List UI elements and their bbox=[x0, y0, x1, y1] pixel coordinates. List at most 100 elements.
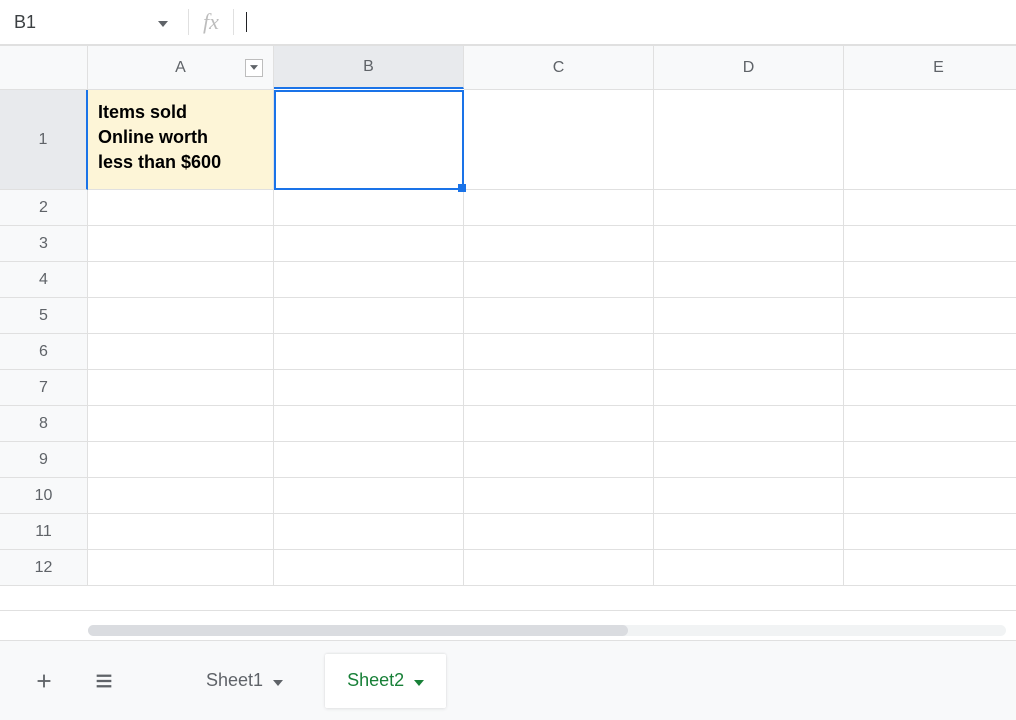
cell-D8[interactable] bbox=[654, 406, 844, 442]
row-header-label: 5 bbox=[39, 307, 48, 325]
row-header-4[interactable]: 4 bbox=[0, 262, 88, 298]
cell-A10[interactable] bbox=[88, 478, 274, 514]
horizontal-scrollbar[interactable] bbox=[0, 620, 1016, 640]
cell-A9[interactable] bbox=[88, 442, 274, 478]
cell-C10[interactable] bbox=[464, 478, 654, 514]
select-all-corner[interactable] bbox=[0, 46, 88, 90]
row-header-5[interactable]: 5 bbox=[0, 298, 88, 334]
row-header-11[interactable]: 11 bbox=[0, 514, 88, 550]
name-box[interactable]: B1 bbox=[8, 6, 178, 38]
sheet-tab-sheet1[interactable]: Sheet1 bbox=[184, 654, 305, 708]
row-header-label: 11 bbox=[35, 523, 52, 541]
cell-B7[interactable] bbox=[274, 370, 464, 406]
row-header-8[interactable]: 8 bbox=[0, 406, 88, 442]
cell-C6[interactable] bbox=[464, 334, 654, 370]
column-filter-button[interactable] bbox=[245, 59, 263, 77]
formula-input[interactable] bbox=[261, 7, 1008, 37]
cell-E9[interactable] bbox=[844, 442, 1016, 478]
row-header-label: 7 bbox=[39, 379, 48, 397]
cell-D6[interactable] bbox=[654, 334, 844, 370]
cell-C2[interactable] bbox=[464, 190, 654, 226]
row-header-3[interactable]: 3 bbox=[0, 226, 88, 262]
cell-E4[interactable] bbox=[844, 262, 1016, 298]
row-header-12[interactable]: 12 bbox=[0, 550, 88, 586]
row-header-label: 12 bbox=[35, 559, 53, 577]
scroll-track[interactable] bbox=[88, 625, 1006, 636]
col-header-label: C bbox=[553, 59, 565, 77]
cell-B3[interactable] bbox=[274, 226, 464, 262]
cell-C8[interactable] bbox=[464, 406, 654, 442]
cell-C7[interactable] bbox=[464, 370, 654, 406]
cell-C3[interactable] bbox=[464, 226, 654, 262]
all-sheets-button[interactable] bbox=[84, 661, 124, 701]
col-header-D[interactable]: D bbox=[654, 46, 844, 90]
cell-E5[interactable] bbox=[844, 298, 1016, 334]
cell-D7[interactable] bbox=[654, 370, 844, 406]
cell-A12[interactable] bbox=[88, 550, 274, 586]
row-header-2[interactable]: 2 bbox=[0, 190, 88, 226]
cell-A2[interactable] bbox=[88, 190, 274, 226]
cell-C12[interactable] bbox=[464, 550, 654, 586]
cell-A3[interactable] bbox=[88, 226, 274, 262]
row-header-10[interactable]: 10 bbox=[0, 478, 88, 514]
row-header-9[interactable]: 9 bbox=[0, 442, 88, 478]
cell-A4[interactable] bbox=[88, 262, 274, 298]
cell-A6[interactable] bbox=[88, 334, 274, 370]
cell-B6[interactable] bbox=[274, 334, 464, 370]
cell-E3[interactable] bbox=[844, 226, 1016, 262]
cell-E12[interactable] bbox=[844, 550, 1016, 586]
row-header-label: 10 bbox=[35, 487, 53, 505]
cell-E2[interactable] bbox=[844, 190, 1016, 226]
cell-C4[interactable] bbox=[464, 262, 654, 298]
cell-E8[interactable] bbox=[844, 406, 1016, 442]
cell-A1[interactable]: Items sold Online worth less than $600 bbox=[88, 90, 274, 190]
row-header-label: 6 bbox=[39, 343, 48, 361]
col-header-A[interactable]: A bbox=[88, 46, 274, 90]
cell-D10[interactable] bbox=[654, 478, 844, 514]
cell-A8[interactable] bbox=[88, 406, 274, 442]
scroll-thumb[interactable] bbox=[88, 625, 628, 636]
cell-E6[interactable] bbox=[844, 334, 1016, 370]
cell-D12[interactable] bbox=[654, 550, 844, 586]
row-header-6[interactable]: 6 bbox=[0, 334, 88, 370]
cell-D5[interactable] bbox=[654, 298, 844, 334]
cell-A11[interactable] bbox=[88, 514, 274, 550]
cell-B9[interactable] bbox=[274, 442, 464, 478]
col-header-label: E bbox=[933, 59, 944, 77]
cell-E11[interactable] bbox=[844, 514, 1016, 550]
cell-D2[interactable] bbox=[654, 190, 844, 226]
cell-E1[interactable] bbox=[844, 90, 1016, 190]
cell-C9[interactable] bbox=[464, 442, 654, 478]
cell-B12[interactable] bbox=[274, 550, 464, 586]
row-header-label: 8 bbox=[39, 415, 48, 433]
sheet-tab-sheet2[interactable]: Sheet2 bbox=[325, 654, 446, 708]
cell-C1[interactable] bbox=[464, 90, 654, 190]
col-header-C[interactable]: C bbox=[464, 46, 654, 90]
cell-D11[interactable] bbox=[654, 514, 844, 550]
cell-D9[interactable] bbox=[654, 442, 844, 478]
cell-B11[interactable] bbox=[274, 514, 464, 550]
cell-C5[interactable] bbox=[464, 298, 654, 334]
cell-B2[interactable] bbox=[274, 190, 464, 226]
row-header-7[interactable]: 7 bbox=[0, 370, 88, 406]
cell-A7[interactable] bbox=[88, 370, 274, 406]
cell-A5[interactable] bbox=[88, 298, 274, 334]
cell-D3[interactable] bbox=[654, 226, 844, 262]
sheet-grid[interactable]: A B C D E 1 Items sold Online worth less… bbox=[0, 45, 1016, 620]
cell-D4[interactable] bbox=[654, 262, 844, 298]
cell-C11[interactable] bbox=[464, 514, 654, 550]
add-sheet-button[interactable] bbox=[24, 661, 64, 701]
cell-E7[interactable] bbox=[844, 370, 1016, 406]
cell-B1[interactable] bbox=[274, 90, 464, 190]
col-header-E[interactable]: E bbox=[844, 46, 1016, 90]
cell-B8[interactable] bbox=[274, 406, 464, 442]
cell-B5[interactable] bbox=[274, 298, 464, 334]
row-header-1[interactable]: 1 bbox=[0, 90, 88, 190]
cell-B10[interactable] bbox=[274, 478, 464, 514]
cell-B4[interactable] bbox=[274, 262, 464, 298]
cell-E10[interactable] bbox=[844, 478, 1016, 514]
row-strip bbox=[0, 610, 1016, 620]
col-header-B[interactable]: B bbox=[274, 46, 464, 89]
col-header-label: D bbox=[743, 59, 755, 77]
cell-D1[interactable] bbox=[654, 90, 844, 190]
